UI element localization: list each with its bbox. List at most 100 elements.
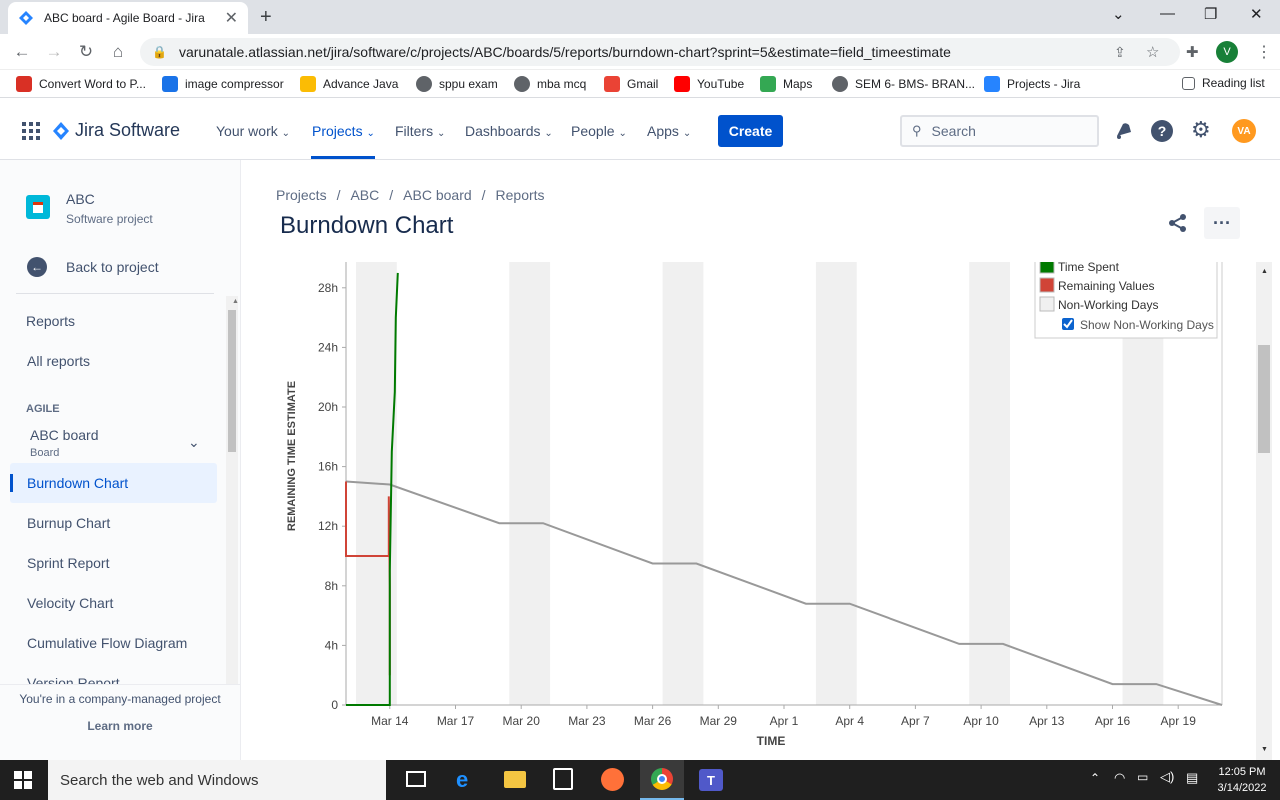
browser-menu-icon[interactable]: ⋮ bbox=[1256, 42, 1272, 62]
main-scroll-up-icon[interactable]: ▲ bbox=[1261, 268, 1268, 275]
sidebar-scrollbar-thumb[interactable] bbox=[228, 310, 236, 452]
help-icon[interactable]: ? bbox=[1151, 120, 1173, 142]
learn-more-link[interactable]: Learn more bbox=[0, 719, 240, 733]
bookmark-item[interactable]: SEM 6- BMS- BRAN... bbox=[832, 76, 975, 92]
chevron-down-icon[interactable]: ⌄ bbox=[188, 434, 200, 451]
jira-logo[interactable]: Jira Software bbox=[52, 120, 180, 141]
address-bar[interactable]: 🔒 varunatale.atlassian.net/jira/software… bbox=[140, 38, 1180, 66]
main-scroll-down-icon[interactable]: ▼ bbox=[1261, 746, 1268, 753]
new-tab-icon[interactable]: + bbox=[260, 6, 272, 29]
nav-projects[interactable]: Projects ⌄ bbox=[312, 123, 375, 139]
maximize-icon[interactable]: ❐ bbox=[1204, 5, 1217, 23]
tab-search-icon[interactable]: ⌄ bbox=[1112, 5, 1125, 23]
y-tick-label: 0 bbox=[331, 698, 338, 712]
nav-filters[interactable]: Filters ⌄ bbox=[395, 123, 445, 139]
reload-icon[interactable]: ↻ bbox=[76, 42, 96, 62]
board-name[interactable]: ABC board bbox=[30, 427, 98, 443]
bookmark-item[interactable]: sppu exam bbox=[416, 76, 498, 92]
search-input[interactable]: ⚲ Search bbox=[900, 115, 1099, 147]
legend-swatch-remaining bbox=[1039, 277, 1055, 293]
sidebar-item-velocity-chart[interactable]: Velocity Chart bbox=[27, 595, 113, 611]
more-actions-button[interactable]: ··· bbox=[1204, 207, 1240, 239]
drive-icon bbox=[300, 76, 316, 92]
app-switcher-icon[interactable] bbox=[22, 122, 40, 145]
taskbar-search-input[interactable]: Search the web and Windows bbox=[48, 760, 386, 800]
nav-dashboards[interactable]: Dashboards ⌄ bbox=[465, 123, 553, 139]
back-to-project-link[interactable]: Back to project bbox=[66, 259, 159, 275]
home-icon[interactable]: ⌂ bbox=[108, 42, 128, 62]
create-button[interactable]: Create bbox=[718, 115, 783, 147]
action-center-icon[interactable]: ▤ bbox=[1186, 770, 1198, 786]
bookmark-label: Maps bbox=[783, 77, 813, 91]
teams-icon[interactable]: T bbox=[699, 769, 723, 791]
sidebar-item-version-report-clip: Version Report bbox=[27, 674, 217, 684]
file-explorer-icon[interactable] bbox=[504, 771, 526, 788]
window-close-icon[interactable]: ✕ bbox=[1250, 5, 1263, 23]
breadcrumb-abc[interactable]: ABC bbox=[350, 187, 379, 203]
windows-start-icon[interactable] bbox=[14, 771, 32, 794]
guideline-series bbox=[345, 480, 1223, 706]
forward-arrow-icon[interactable]: → bbox=[44, 42, 64, 62]
bookmark-item[interactable]: mba mcq bbox=[514, 76, 586, 92]
x-tick-label: Apr 16 bbox=[1095, 714, 1131, 728]
nav-apps[interactable]: Apps ⌄ bbox=[647, 123, 691, 139]
share-icon[interactable] bbox=[1168, 213, 1188, 238]
store-icon[interactable] bbox=[553, 768, 573, 790]
y-tick-label: 20h bbox=[318, 400, 338, 414]
firefox-icon[interactable] bbox=[601, 768, 624, 791]
sidebar-item-cumulative-flow[interactable]: Cumulative Flow Diagram bbox=[27, 635, 187, 651]
close-tab-icon[interactable]: ✕ bbox=[225, 8, 238, 28]
edge-icon[interactable]: e bbox=[456, 767, 468, 793]
bookmark-item[interactable]: Advance Java bbox=[300, 76, 398, 92]
breadcrumb-abc-board[interactable]: ABC board bbox=[403, 187, 471, 203]
task-view-icon[interactable] bbox=[406, 771, 426, 787]
all-reports-link[interactable]: All reports bbox=[27, 353, 90, 369]
nav-your-work[interactable]: Your work ⌄ bbox=[216, 123, 290, 139]
notifications-icon[interactable] bbox=[1113, 121, 1133, 146]
bookmark-item[interactable]: image compressor bbox=[162, 76, 284, 92]
tray-chevron-icon[interactable]: ⌃ bbox=[1090, 771, 1100, 785]
share-icon[interactable]: ⇪ bbox=[1114, 44, 1126, 61]
scroll-up-arrow-icon[interactable]: ▲ bbox=[232, 298, 239, 305]
main-scrollbar[interactable] bbox=[1256, 262, 1272, 760]
volume-icon[interactable]: ◁) bbox=[1160, 769, 1174, 785]
sidebar-item-burnup-chart[interactable]: Burnup Chart bbox=[27, 515, 110, 531]
breadcrumb-projects[interactable]: Projects bbox=[276, 187, 327, 203]
nav-people[interactable]: People ⌄ bbox=[571, 123, 627, 139]
bookmark-label: Projects - Jira bbox=[1007, 77, 1081, 91]
profile-avatar[interactable]: V bbox=[1216, 41, 1238, 63]
board-type: Board bbox=[30, 447, 60, 459]
taskbar-clock[interactable]: 12:05 PM 3/14/2022 bbox=[1206, 764, 1278, 796]
sidebar-item-version-report[interactable]: Version Report bbox=[27, 675, 217, 684]
extensions-icon[interactable]: ✚ bbox=[1186, 43, 1199, 61]
x-tick-label: Mar 14 bbox=[371, 714, 409, 728]
chrome-icon[interactable] bbox=[651, 768, 673, 790]
sidebar-divider bbox=[16, 293, 214, 294]
bookmark-item[interactable]: Maps bbox=[760, 76, 812, 92]
legend-label: Time Spent bbox=[1058, 262, 1120, 274]
back-arrow-icon[interactable]: ← bbox=[12, 42, 32, 62]
bookmark-item[interactable]: Projects - Jira bbox=[984, 76, 1080, 92]
settings-gear-icon[interactable]: ⚙ bbox=[1191, 117, 1211, 143]
user-avatar[interactable]: VA bbox=[1232, 119, 1256, 143]
browser-tab[interactable]: ABC board - Agile Board - Jira ✕ bbox=[8, 2, 248, 34]
bookmark-item[interactable]: Gmail bbox=[604, 76, 658, 92]
breadcrumb-reports[interactable]: Reports bbox=[496, 187, 545, 203]
show-non-working-label: Show Non-Working Days bbox=[1080, 318, 1214, 332]
star-icon[interactable]: ☆ bbox=[1146, 43, 1159, 61]
sidebar-item-sprint-report[interactable]: Sprint Report bbox=[27, 555, 109, 571]
sidebar-item-burndown-chart[interactable]: Burndown Chart bbox=[27, 475, 128, 491]
burndown-chart: 0 4h 8h 12h 16h 20h 24h 28h Mar 14 Mar 17 Mar 20 Ma… bbox=[286, 262, 1223, 748]
bookmark-item[interactable]: Convert Word to P... bbox=[16, 76, 146, 92]
wifi-icon[interactable]: ◠ bbox=[1114, 770, 1125, 786]
bookmark-item[interactable]: YouTube bbox=[674, 76, 744, 92]
product-name: Jira Software bbox=[75, 120, 181, 140]
bookmark-label: sppu exam bbox=[439, 77, 498, 91]
minimize-icon[interactable]: — bbox=[1160, 5, 1175, 22]
reading-list[interactable]: Reading list bbox=[1182, 76, 1265, 90]
main-scrollbar-thumb[interactable] bbox=[1258, 345, 1270, 453]
x-tick-label: Apr 19 bbox=[1161, 714, 1197, 728]
battery-icon[interactable]: ▭ bbox=[1137, 770, 1148, 784]
legend-label: Remaining Values bbox=[1058, 279, 1155, 293]
breadcrumb: Projects / ABC / ABC board / Reports bbox=[276, 187, 545, 203]
